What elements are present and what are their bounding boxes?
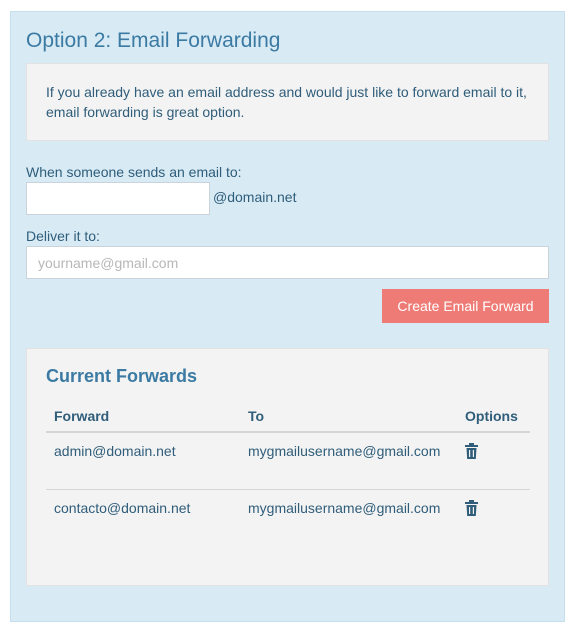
forwards-table: Forward To Options admin@domain.net mygm… xyxy=(46,401,530,546)
table-header-row: Forward To Options xyxy=(46,401,530,433)
forward-from-input[interactable] xyxy=(26,182,210,215)
domain-suffix: @domain.net xyxy=(213,189,297,205)
table-row: contacto@domain.net mygmailusername@gmai… xyxy=(46,489,530,546)
send-to-label: When someone sends an email to: xyxy=(26,164,242,180)
deliver-to-label: Deliver it to: xyxy=(26,228,100,244)
current-forwards-box: Current Forwards Forward To Options admi… xyxy=(26,348,549,586)
trash-icon[interactable] xyxy=(465,499,478,516)
info-box: If you already have an email address and… xyxy=(26,63,549,141)
info-text: If you already have an email address and… xyxy=(46,84,527,120)
column-header-to: To xyxy=(240,401,457,433)
section-title: Option 2: Email Forwarding xyxy=(26,29,281,52)
destination-address: mygmailusername@gmail.com xyxy=(240,432,457,490)
email-forwarding-panel: Option 2: Email Forwarding If you alread… xyxy=(10,11,565,622)
destination-address: mygmailusername@gmail.com xyxy=(248,499,441,516)
forward-address: admin@domain.net xyxy=(46,432,240,490)
trash-icon[interactable] xyxy=(465,443,478,459)
create-email-forward-button[interactable]: Create Email Forward xyxy=(382,289,549,323)
forward-address: contacto@domain.net xyxy=(54,499,191,516)
options-cell xyxy=(457,432,530,490)
column-header-options: Options xyxy=(457,401,530,433)
current-forwards-title: Current Forwards xyxy=(46,366,198,386)
table-row: admin@domain.net mygmailusername@gmail.c… xyxy=(46,432,530,490)
column-header-forward: Forward xyxy=(46,401,240,433)
options-cell xyxy=(457,489,530,546)
deliver-to-input[interactable] xyxy=(26,246,549,279)
